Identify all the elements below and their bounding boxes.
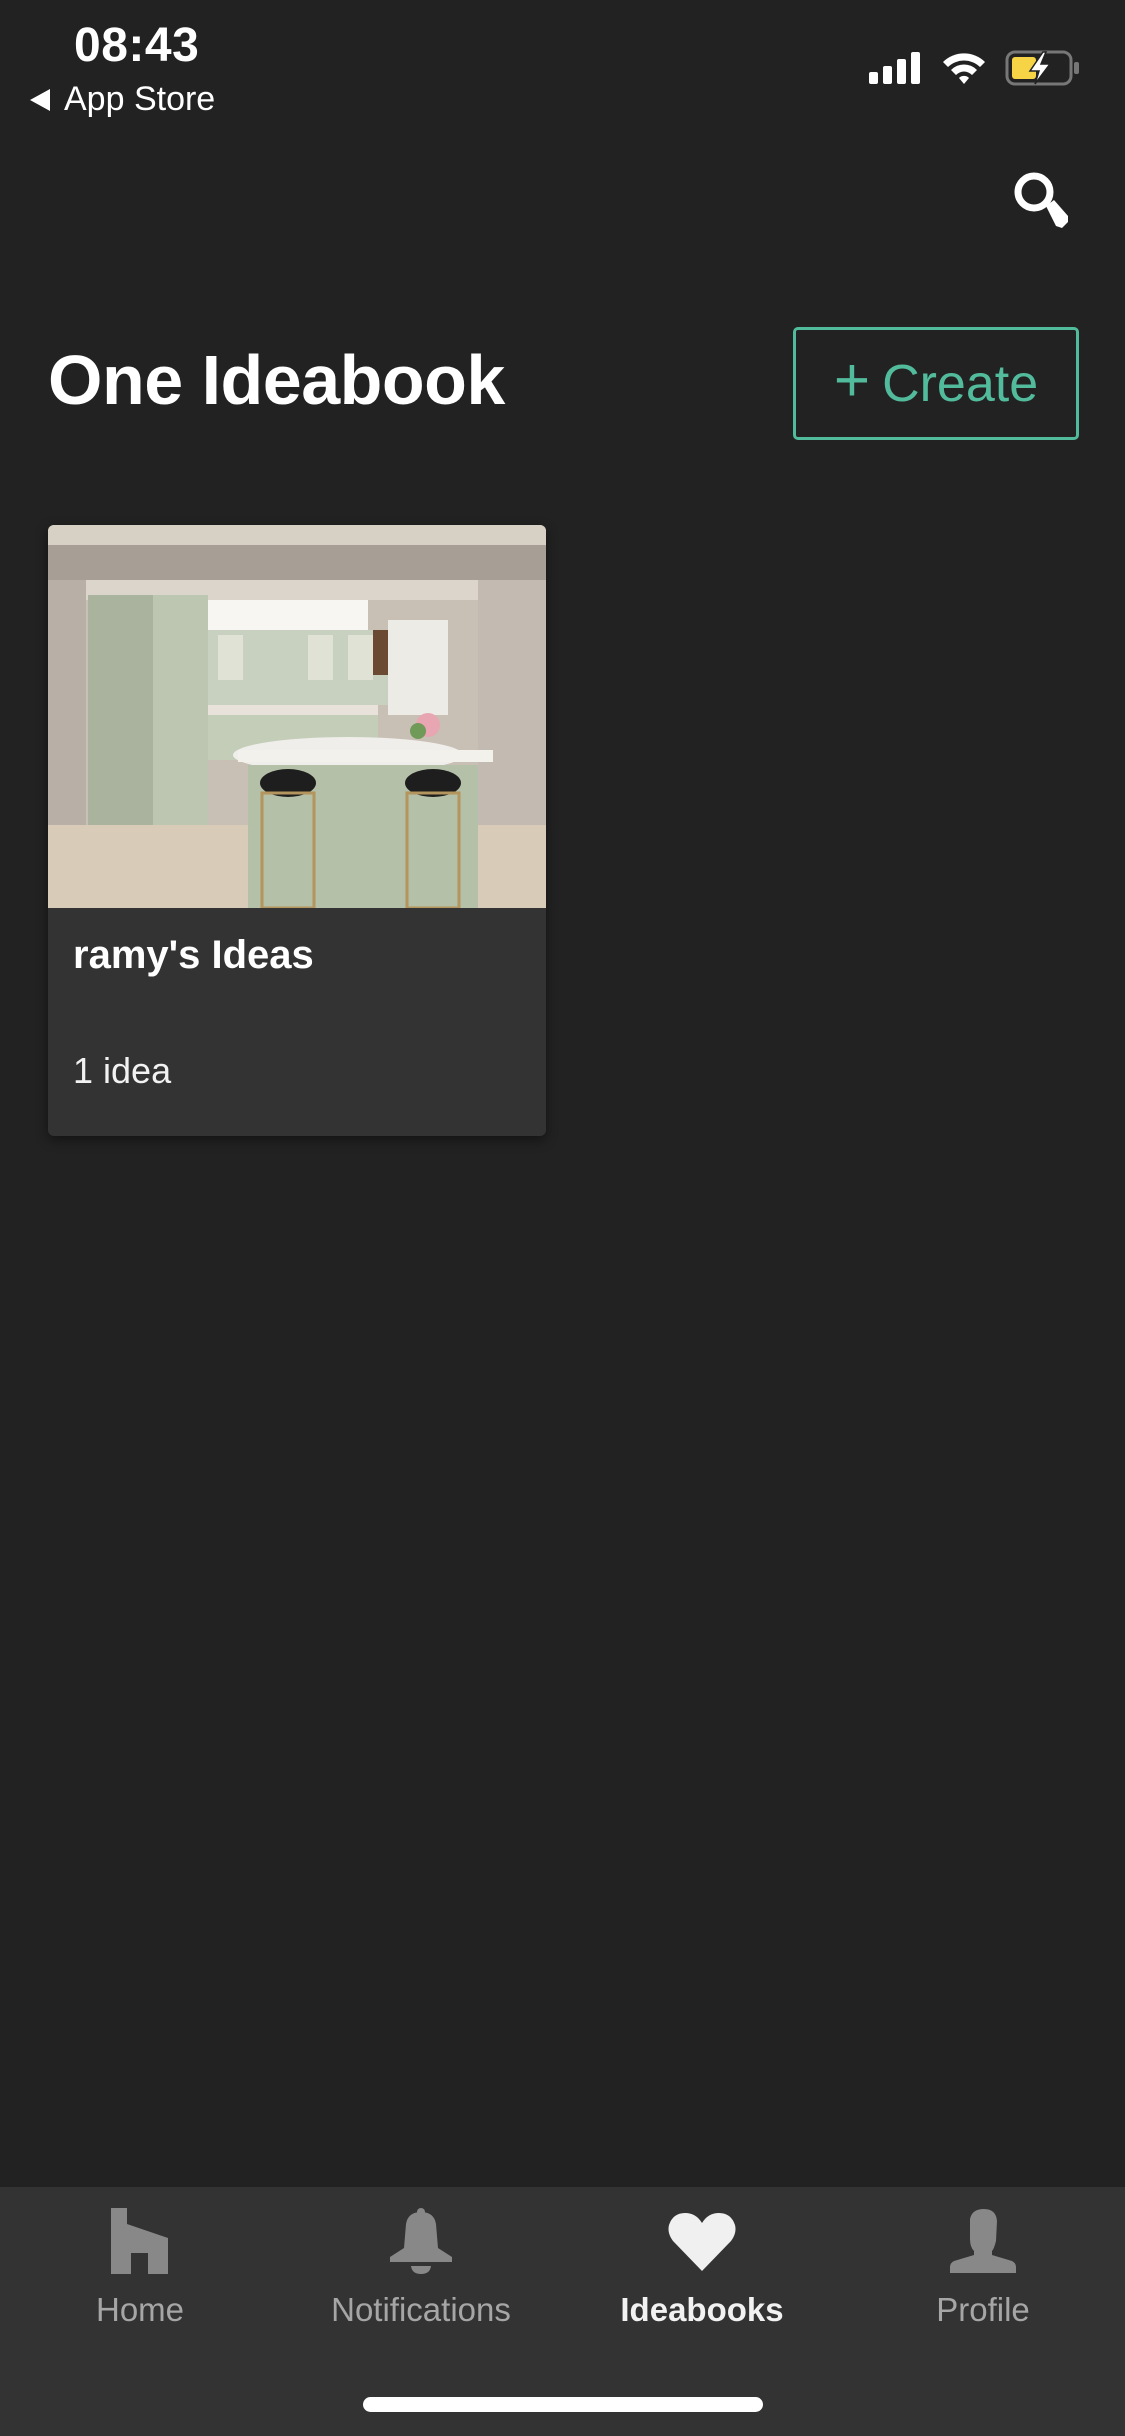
tab-home[interactable]: Home — [10, 2207, 270, 2329]
search-icon — [1014, 172, 1068, 228]
ideabook-title: ramy's Ideas — [73, 933, 314, 977]
home-icon — [111, 2208, 168, 2274]
status-icons — [869, 50, 1081, 86]
back-label: App Store — [64, 80, 216, 118]
ideabook-count: 1 idea — [73, 1050, 172, 1091]
ideabook-card[interactable]: ramy's Ideas 1 idea — [48, 525, 546, 1136]
search-button[interactable] — [1010, 168, 1074, 232]
home-indicator[interactable] — [363, 2397, 763, 2412]
tab-home-label: Home — [95, 2291, 185, 2328]
tab-profile-label: Profile — [936, 2291, 1030, 2328]
plus-icon: + — [833, 346, 871, 415]
tab-ideabooks[interactable]: Ideabooks — [572, 2207, 832, 2329]
tab-notifications[interactable]: Notifications — [291, 2207, 551, 2329]
wifi-icon — [943, 53, 985, 84]
battery-charging-icon — [1005, 50, 1079, 86]
tab-ideabooks-label: Ideabooks — [620, 2291, 784, 2328]
profile-icon — [950, 2209, 1016, 2273]
ideabook-cover-image — [48, 525, 546, 908]
create-label: Create — [882, 354, 1039, 413]
back-triangle-icon — [30, 88, 50, 111]
page-title: One Ideabook — [48, 341, 505, 419]
create-ideabook-button[interactable]: + Create — [793, 327, 1079, 440]
tab-profile[interactable]: Profile — [853, 2207, 1113, 2329]
tab-notifications-label: Notifications — [331, 2291, 511, 2328]
bell-icon — [390, 2208, 452, 2274]
heart-icon — [668, 2213, 736, 2271]
cellular-signal-icon — [869, 52, 920, 84]
back-to-app-store[interactable]: App Store — [30, 80, 215, 119]
status-time: 08:43 — [74, 19, 200, 72]
